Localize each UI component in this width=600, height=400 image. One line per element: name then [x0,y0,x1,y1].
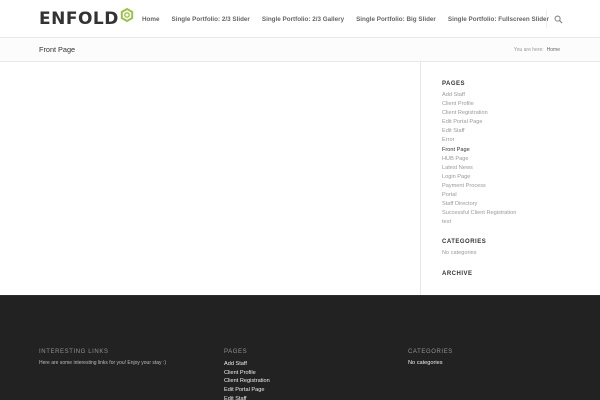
pages-widget: PAGES Add Staff Client Profile Client Regi… [442,81,562,227]
breadcrumb-home-link[interactable]: Home [547,47,560,53]
sidebar-page-link[interactable]: Payment Process [442,182,562,191]
nav-item[interactable]: Single Portfolio: 2/3 Slider [172,16,250,23]
no-categories-text: No categories [442,250,477,257]
sidebar-page-link[interactable]: Edit Portal Page [442,118,562,127]
main-nav: Home Single Portfolio: 2/3 Slider Single P… [142,0,549,38]
main-content: PAGES Add Staff Client Profile Client Regi… [0,62,600,295]
archive-widget-title: ARCHIVE [442,270,473,277]
footer-links-text: Here are some interesting links for you!… [39,360,166,366]
sidebar-page-link[interactable]: Portal [442,191,562,200]
breadcrumb-prefix: You are here: [513,47,544,53]
footer-no-categories-text: No categories [408,360,443,366]
footer-links-column: INTERESTING LINKS Here are some interest… [39,349,166,366]
sidebar-page-link[interactable]: Error [442,136,562,145]
categories-widget-title: CATEGORIES [442,239,487,246]
footer-pages-title: PAGES [224,349,248,355]
footer-page-link[interactable]: Edit Portal Page [224,386,270,395]
breadcrumb: You are here: Home [514,47,560,53]
footer-page-link[interactable]: Add Staff [224,360,270,369]
footer-page-link[interactable]: Edit Staff [224,395,270,400]
sidebar-page-link[interactable]: Client Registration [442,109,562,118]
sidebar-page-link[interactable]: Successful Client Registration [442,209,562,218]
page-title-bar: Front Page You are here: Home [0,38,600,62]
footer-page-link[interactable]: Client Registration [224,377,270,386]
nav-item[interactable]: Single Portfolio: Big Slider [356,16,436,23]
sidebar-page-link[interactable]: test [442,218,562,227]
search-icon[interactable] [554,15,563,24]
sidebar-page-link[interactable]: HUB Page [442,155,562,164]
page-title[interactable]: Front Page [39,45,75,54]
pages-widget-title: PAGES [442,81,466,87]
sidebar-page-link[interactable]: Client Profile [442,100,562,109]
sidebar-divider [420,62,421,295]
site-logo[interactable]: ENFOLD [39,8,134,30]
site-footer: INTERESTING LINKS Here are some interest… [0,295,600,400]
sidebar-page-link[interactable]: Edit Staff [442,127,562,136]
pages-list: Add Staff Client Profile Client Registrati… [442,91,562,227]
footer-categories-title: CATEGORIES [408,349,453,355]
footer-page-link[interactable]: Client Profile [224,369,270,378]
sidebar-page-link[interactable]: Add Staff [442,91,562,100]
logo-hexagon-icon [120,8,134,22]
nav-item[interactable]: Home [142,16,160,23]
nav-divider [546,10,547,28]
logo-text: ENFOLD [39,8,119,29]
sidebar-page-link[interactable]: Front Page [442,146,562,155]
archive-widget: ARCHIVE [442,271,562,277]
sidebar-page-link[interactable]: Login Page [442,173,562,182]
sidebar-page-link[interactable]: Staff Directory [442,200,562,209]
footer-pages-column: PAGES Add Staff Client Profile Client Regi… [224,349,270,400]
sidebar: PAGES Add Staff Client Profile Client Regi… [442,81,562,289]
categories-list: No categories [442,249,562,258]
footer-categories-column: CATEGORIES No categories [408,349,453,366]
nav-item[interactable]: Single Portfolio: 2/3 Gallery [262,16,344,23]
sidebar-page-link[interactable]: Latest News [442,164,562,173]
categories-widget: CATEGORIES No categories [442,239,562,258]
site-header: ENFOLD Home Single Portfolio: 2/3 Slider S… [0,0,600,38]
nav-item[interactable]: Single Portfolio: Fullscreen Slider [448,16,549,23]
footer-pages-list: Add Staff Client Profile Client Registrati… [224,360,270,400]
footer-links-title: INTERESTING LINKS [39,349,109,355]
